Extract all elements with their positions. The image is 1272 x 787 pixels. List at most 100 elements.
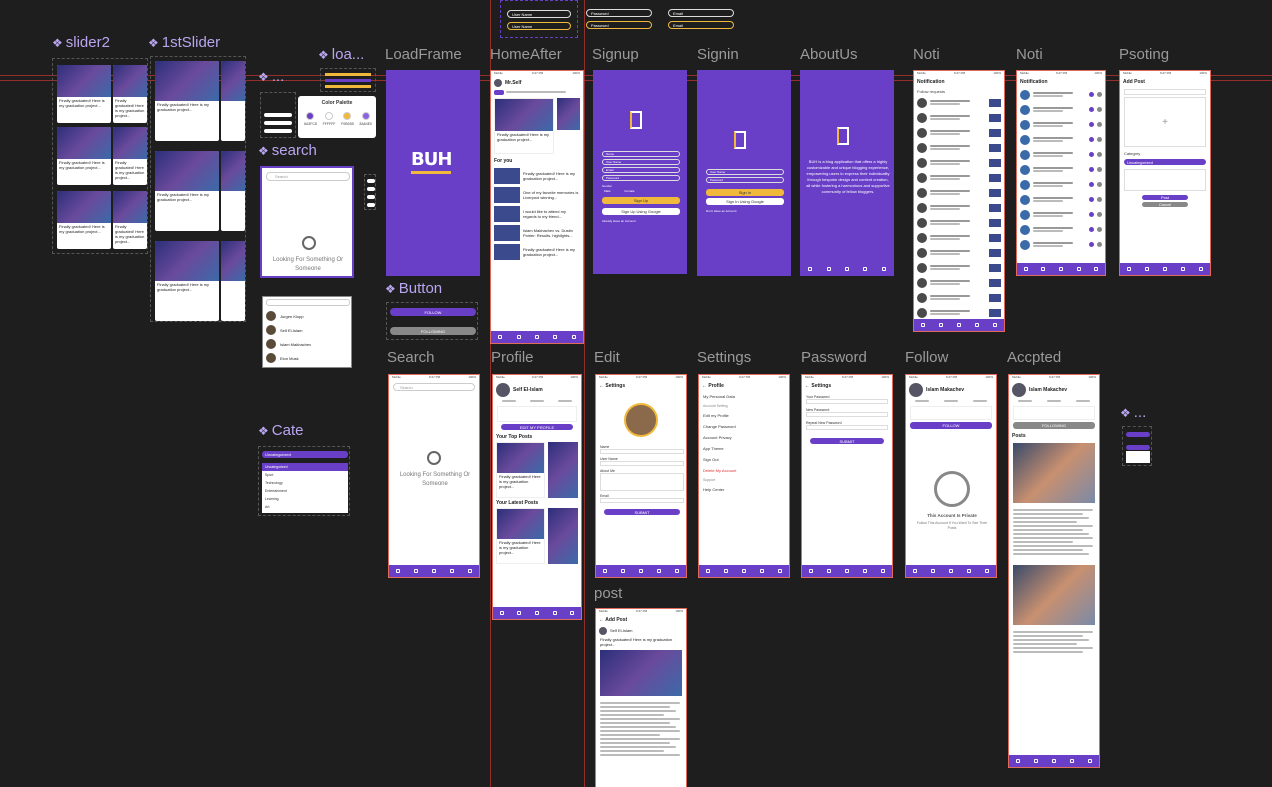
username-input-active[interactable]: User Name	[507, 22, 571, 30]
post-thumbnail[interactable]	[989, 308, 1001, 317]
home-icon[interactable]	[921, 323, 925, 327]
about-icon[interactable]	[1094, 267, 1099, 271]
category-option[interactable]: Learning	[262, 495, 348, 503]
close-icon[interactable]	[1097, 92, 1102, 97]
category-option[interactable]: Uncategorized	[262, 463, 348, 471]
profile-icon[interactable]	[975, 323, 979, 327]
post-card[interactable]	[221, 61, 245, 141]
sign-up-button[interactable]: Sign Up	[602, 197, 680, 204]
add-icon[interactable]	[1163, 267, 1167, 271]
post-card[interactable]: Finally graduated! Here is my graduation…	[155, 241, 219, 321]
post-button[interactable]: Post	[1142, 195, 1188, 200]
username-input[interactable]: User Name	[602, 159, 680, 165]
about-icon[interactable]	[1088, 759, 1092, 763]
post-thumbnail[interactable]	[989, 203, 1001, 212]
submit-button[interactable]: SUBMIT	[810, 438, 884, 444]
edit-profile-item[interactable]: Edit my Profile	[699, 410, 789, 421]
home-icon[interactable]	[913, 569, 917, 573]
category-option[interactable]: Art	[262, 503, 348, 511]
profile-icon[interactable]	[657, 569, 661, 573]
profile-icon[interactable]	[1181, 267, 1185, 271]
component-label-slider2[interactable]: ❖ slider2	[52, 34, 110, 51]
dropdown-select[interactable]	[1126, 445, 1150, 450]
post-card[interactable]: Finally graduated! Here is my graduation…	[57, 127, 111, 185]
profile-icon[interactable]	[552, 611, 557, 615]
password-input[interactable]: Password	[602, 175, 680, 181]
profile-icon[interactable]	[553, 335, 558, 339]
component-label-dots[interactable]: ❖...	[258, 68, 284, 85]
male-radio[interactable]: Male	[604, 189, 611, 193]
search-icon[interactable]	[516, 335, 521, 339]
close-icon[interactable]	[1097, 107, 1102, 112]
add-icon[interactable]	[742, 569, 746, 573]
password-input[interactable]: Password	[586, 9, 652, 17]
username-input[interactable]: User Name	[507, 10, 571, 18]
component-label-1stslider[interactable]: ❖ 1stSlider	[148, 34, 220, 51]
close-icon[interactable]	[1097, 212, 1102, 217]
notification-item[interactable]	[914, 305, 1004, 320]
search-input[interactable]: Search	[393, 383, 475, 391]
notification-item[interactable]	[1017, 117, 1105, 132]
my-personal-data[interactable]: My Personal Data	[699, 391, 789, 402]
help-center-item[interactable]: Help Center	[699, 484, 789, 495]
notification-item[interactable]	[1017, 207, 1105, 222]
notification-item[interactable]	[914, 200, 1004, 215]
post-card[interactable]	[221, 151, 245, 231]
post-image[interactable]	[1013, 565, 1095, 625]
toggle[interactable]	[367, 187, 375, 191]
close-icon[interactable]	[1097, 227, 1102, 232]
home-icon[interactable]	[1127, 267, 1131, 271]
post-card[interactable]: Finally graduated! Here is my graduation…	[57, 191, 111, 249]
profile-icon[interactable]	[1070, 759, 1074, 763]
email-input[interactable]: Email	[668, 9, 734, 17]
add-icon[interactable]	[534, 611, 539, 615]
notification-item[interactable]	[1017, 147, 1105, 162]
upload-photo-area[interactable]: +	[1124, 97, 1206, 147]
search-input[interactable]: Search	[266, 172, 350, 181]
follow-button[interactable]: FOLLOW	[910, 422, 992, 429]
toggle[interactable]	[367, 195, 375, 199]
sign-out-item[interactable]: Sign Out	[699, 454, 789, 465]
post-thumbnail[interactable]	[989, 278, 1001, 287]
close-icon[interactable]	[1097, 197, 1102, 202]
post-thumbnail[interactable]	[989, 248, 1001, 257]
home-icon[interactable]	[498, 335, 503, 339]
check-icon[interactable]	[1089, 212, 1094, 217]
post-thumbnail[interactable]	[989, 233, 1001, 242]
post-thumbnail[interactable]	[989, 263, 1001, 272]
profile-icon[interactable]	[450, 569, 454, 573]
category-option[interactable]: Sport	[262, 471, 348, 479]
close-icon[interactable]	[1097, 182, 1102, 187]
check-icon[interactable]	[1089, 197, 1094, 202]
cancel-button[interactable]: Cancel	[1142, 202, 1188, 207]
add-icon[interactable]	[844, 267, 849, 271]
post-thumbnail[interactable]	[989, 188, 1001, 197]
edit-profile-button[interactable]: EDIT MY PROFILE	[501, 424, 573, 430]
new-password-input[interactable]	[806, 412, 888, 417]
notification-item[interactable]	[914, 140, 1004, 155]
notification-item[interactable]	[1017, 192, 1105, 207]
profile-icon[interactable]	[863, 267, 868, 271]
notification-item[interactable]	[1017, 222, 1105, 237]
menu-item[interactable]	[264, 121, 292, 125]
about-icon[interactable]	[675, 569, 679, 573]
about-icon[interactable]	[993, 323, 997, 327]
notification-item[interactable]	[914, 185, 1004, 200]
notification-item[interactable]	[914, 290, 1004, 305]
feed-item[interactable]: Finally graduated! Here is my graduation…	[491, 242, 583, 261]
close-icon[interactable]	[1097, 167, 1102, 172]
home-icon[interactable]	[603, 569, 607, 573]
home-icon[interactable]	[396, 569, 400, 573]
add-icon[interactable]	[1058, 267, 1063, 271]
home-icon[interactable]	[706, 569, 710, 573]
check-icon[interactable]	[1089, 227, 1094, 232]
about-icon[interactable]	[778, 569, 782, 573]
follow-button[interactable]: FOLLOW	[390, 308, 476, 316]
post-image[interactable]	[600, 650, 682, 696]
app-theme-item[interactable]: App Theme	[699, 443, 789, 454]
about-icon[interactable]	[468, 569, 472, 573]
close-icon[interactable]	[1097, 242, 1102, 247]
component-label-loading[interactable]: ❖ loa...	[318, 46, 364, 63]
dropdown-select[interactable]	[1126, 432, 1150, 437]
search-result-item[interactable]: Self El-Islam	[266, 323, 350, 337]
